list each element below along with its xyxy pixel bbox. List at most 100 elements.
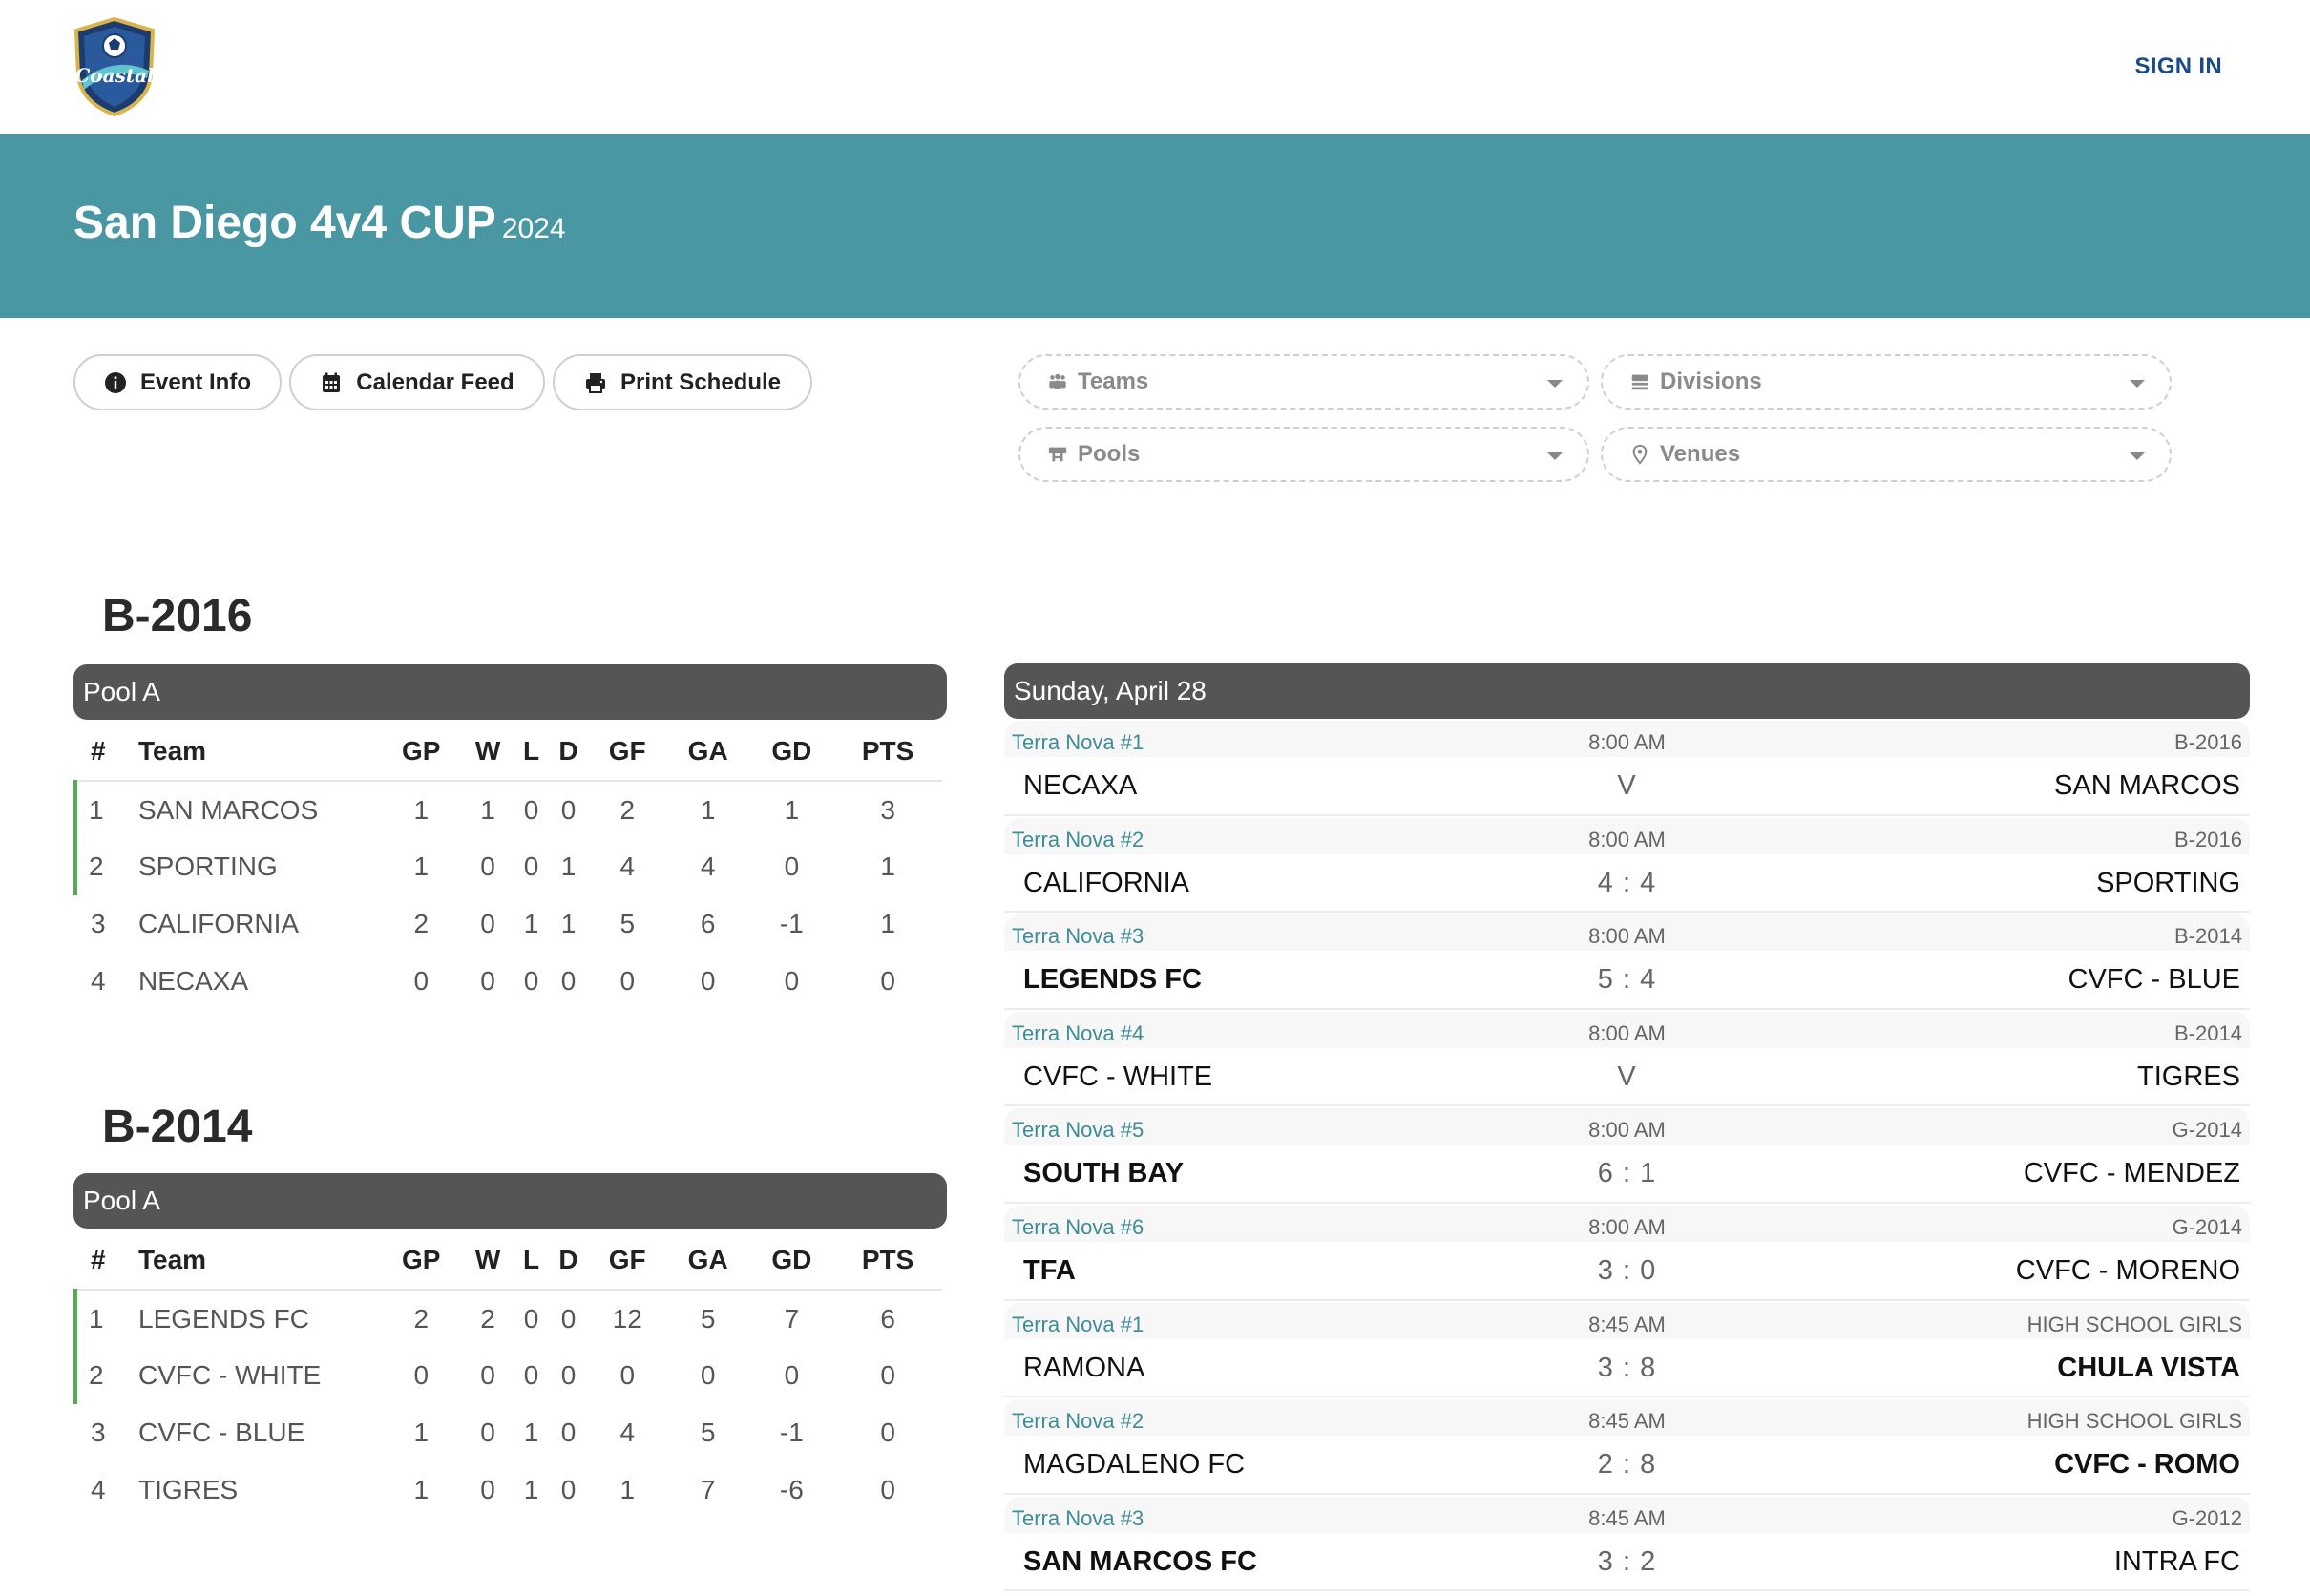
venues-select[interactable]: Venues [1601, 427, 2172, 482]
pool-icon [1048, 447, 1067, 462]
w-cell: 2 [480, 1303, 495, 1334]
pool-header: Pool A [74, 1173, 947, 1228]
divisions-select[interactable]: Divisions [1601, 354, 2172, 410]
table-row[interactable]: 3 CALIFORNIA 2 0 1 1 5 6 -1 1 [75, 895, 942, 953]
ga-cell: 4 [700, 851, 716, 881]
l-cell: 0 [523, 966, 539, 996]
gd-cell: 0 [784, 966, 800, 996]
col-gf: GF [588, 722, 666, 782]
col-team: Team [123, 1230, 381, 1291]
table-row[interactable]: 3 CVFC - BLUE 1 0 1 0 4 5 -1 0 [75, 1404, 942, 1461]
table-row[interactable]: 4 TIGRES 1 0 1 0 1 7 -6 0 [75, 1461, 942, 1519]
game-card[interactable]: Terra Nova #4 8:00 AM B-2014 CVFC - WHIT… [1004, 1010, 2250, 1107]
event-info-button[interactable]: Event Info [74, 354, 282, 410]
pools-select-label: Pools [1078, 441, 1141, 467]
game-card[interactable]: Terra Nova #2 8:45 AM HIGH SCHOOL GIRLS … [1004, 1397, 2250, 1495]
gf-cell: 0 [620, 1360, 636, 1390]
d-cell: 0 [560, 794, 577, 825]
pool-header-label: Pool A [83, 1186, 160, 1215]
table-row[interactable]: 2 SPORTING 1 0 0 1 4 4 0 1 [74, 838, 942, 895]
layers-icon [1631, 374, 1648, 390]
divisions-select-label: Divisions [1660, 368, 1762, 394]
game-time: 8:00 AM [1588, 1020, 1666, 1045]
pools-select[interactable]: Pools [1018, 427, 1589, 482]
game-card[interactable]: Terra Nova #3 8:00 AM B-2014 LEGENDS FC … [1004, 913, 2250, 1010]
game-card[interactable]: Terra Nova #1 8:00 AM B-2016 NECAXA V SA… [1004, 719, 2250, 816]
col-pts: PTS [833, 722, 942, 782]
away-team[interactable]: CVFC - MORENO [2016, 1255, 2240, 1287]
game-division: HIGH SCHOOL GIRLS [2026, 1312, 2242, 1336]
team-cell[interactable]: CALIFORNIA [123, 895, 381, 953]
w-cell: 0 [480, 1418, 495, 1447]
schedule-date-header: Sunday, April 28 [1004, 663, 2250, 719]
team-cell[interactable]: SAN MARCOS [123, 781, 381, 838]
gp-cell: 1 [413, 794, 430, 825]
w-cell: 0 [480, 966, 495, 996]
l-cell: 0 [523, 851, 539, 881]
gf-cell: 4 [620, 851, 636, 881]
team-cell[interactable]: CVFC - WHITE [123, 1347, 381, 1404]
pts-cell: 6 [880, 1303, 895, 1334]
l-cell: 0 [523, 1360, 539, 1390]
chevron-down-icon [1547, 452, 1563, 460]
game-time: 8:00 AM [1588, 1214, 1666, 1239]
game-card[interactable]: Terra Nova #6 8:00 AM G-2014 TFA 3 : 0 C… [1004, 1204, 2250, 1301]
game-division: B-2014 [2174, 1020, 2242, 1045]
game-card[interactable]: Terra Nova #5 8:00 AM G-2014 SOUTH BAY 6… [1004, 1106, 2250, 1204]
d-cell: 1 [560, 909, 577, 938]
svg-text:Coastal: Coastal [74, 64, 155, 87]
away-team[interactable]: TIGRES [2137, 1061, 2240, 1093]
table-row[interactable]: 1 SAN MARCOS 1 1 0 0 2 1 1 3 [74, 781, 942, 838]
gp-cell: 0 [413, 1360, 430, 1390]
sign-in-link[interactable]: SIGN IN [2135, 53, 2222, 80]
pts-cell: 1 [880, 851, 895, 881]
col-team: Team [123, 722, 381, 782]
away-team[interactable]: SAN MARCOS [2054, 770, 2240, 802]
table-row[interactable]: 1 LEGENDS FC 2 2 0 0 12 5 7 6 [74, 1290, 942, 1347]
table-row[interactable]: 2 CVFC - WHITE 0 0 0 0 0 0 0 0 [74, 1347, 942, 1404]
game-division: HIGH SCHOOL GIRLS [2026, 1409, 2242, 1434]
gd-cell: -1 [779, 909, 804, 938]
gp-cell: 1 [413, 1418, 430, 1447]
col-w: W [461, 1230, 514, 1291]
pts-cell: 0 [880, 1418, 895, 1447]
l-cell: 0 [523, 1303, 539, 1334]
away-team[interactable]: CVFC - MENDEZ [2024, 1158, 2240, 1189]
game-card[interactable]: Terra Nova #3 8:45 AM G-2012 SAN MARCOS … [1004, 1495, 2250, 1592]
team-cell[interactable]: NECAXA [123, 953, 381, 1010]
gd-cell: -1 [779, 1418, 804, 1447]
print-schedule-button[interactable]: Print Schedule [553, 354, 812, 410]
game-score: 4 : 4 [1597, 867, 1657, 898]
away-team[interactable]: CVFC - ROMO [2054, 1449, 2240, 1480]
ga-cell: 7 [700, 1475, 716, 1504]
team-cell[interactable]: TIGRES [123, 1461, 381, 1519]
w-cell: 0 [480, 1360, 495, 1390]
away-team[interactable]: CVFC - BLUE [2068, 964, 2240, 996]
team-cell[interactable]: CVFC - BLUE [123, 1404, 381, 1461]
away-team[interactable]: CHULA VISTA [2057, 1353, 2240, 1384]
table-row[interactable]: 4 NECAXA 0 0 0 0 0 0 0 0 [75, 953, 942, 1010]
d-cell: 0 [560, 1475, 577, 1504]
game-score: V [1617, 1060, 1637, 1092]
event-info-label: Event Info [139, 368, 251, 395]
gd-cell: 0 [784, 1360, 800, 1390]
team-cell[interactable]: LEGENDS FC [123, 1290, 381, 1347]
gp-cell: 1 [413, 851, 430, 881]
team-cell[interactable]: SPORTING [123, 838, 381, 895]
pool-header: Pool A [74, 664, 947, 720]
d-cell: 0 [560, 1360, 577, 1390]
col-pts: PTS [833, 1230, 942, 1291]
col-rank: # [75, 1230, 123, 1291]
away-team[interactable]: SPORTING [2096, 868, 2240, 899]
users-icon [1049, 373, 1066, 389]
teams-select[interactable]: Teams [1018, 354, 1589, 410]
printer-icon [585, 372, 605, 393]
away-team[interactable]: INTRA FC [2114, 1546, 2240, 1578]
ga-cell: 0 [700, 1360, 716, 1390]
map-pin-icon [1632, 444, 1648, 465]
pts-cell: 0 [880, 1475, 895, 1504]
game-card[interactable]: Terra Nova #2 8:00 AM B-2016 CALIFORNIA … [1004, 816, 2250, 914]
calendar-feed-button[interactable]: Calendar Feed [289, 354, 545, 410]
game-card[interactable]: Terra Nova #1 8:45 AM HIGH SCHOOL GIRLS … [1004, 1301, 2250, 1398]
logo[interactable]: Coastal [73, 16, 157, 117]
